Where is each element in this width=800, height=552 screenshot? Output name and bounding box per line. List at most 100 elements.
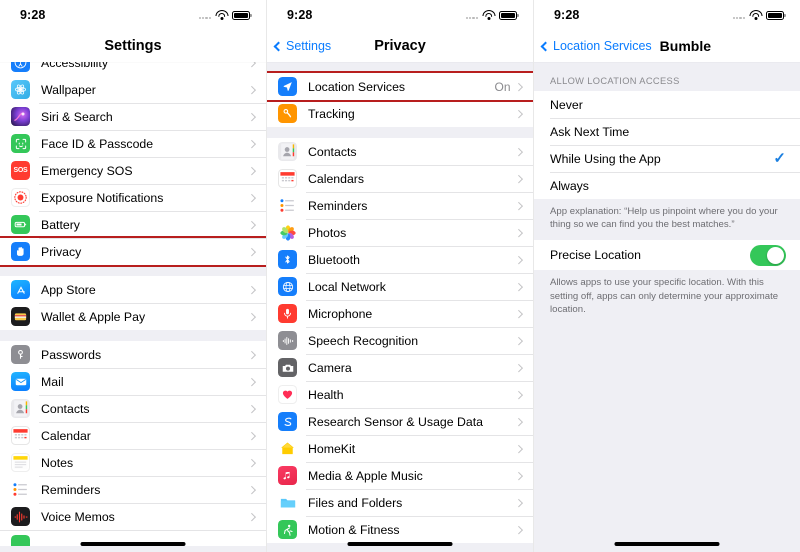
row-label: Emergency SOS (41, 163, 133, 178)
list-item-media-apple-music[interactable]: Media & Apple Music (267, 462, 533, 489)
chevron-right-icon (247, 220, 256, 229)
chevron-right-icon (247, 512, 256, 521)
wifi-icon (749, 10, 762, 20)
row-label: Photos (308, 225, 347, 240)
row-label: Passwords (41, 347, 102, 362)
sidebar-item-face-id-passcode[interactable]: Face ID & Passcode (0, 130, 266, 157)
sidebar-item-wallet-apple-pay[interactable]: Wallet & Apple Pay (0, 303, 266, 330)
sidebar-item-emergency-sos[interactable]: SOS Emergency SOS (0, 157, 266, 184)
local-network-icon (278, 277, 297, 296)
home-indicator (80, 541, 186, 546)
section-header-allow-location-access: ALLOW LOCATION ACCESS (534, 62, 800, 91)
row-label: Wallpaper (41, 82, 96, 97)
sidebar-item-exposure-notifications[interactable]: Exposure Notifications (0, 184, 266, 211)
sidebar-item-notes[interactable]: Notes (0, 449, 266, 476)
bumble-location-list[interactable]: ALLOW LOCATION ACCESS Never Ask Next Tim… (534, 62, 800, 552)
list-item-research-sensor-usage-data[interactable]: Research Sensor & Usage Data (267, 408, 533, 435)
sidebar-item-mail[interactable]: Mail (0, 368, 266, 395)
row-label: Contacts (308, 144, 357, 159)
list-item-calendars[interactable]: Calendars (267, 165, 533, 192)
chevron-right-icon (247, 377, 256, 386)
top-spacer (267, 62, 533, 73)
chevron-right-icon (514, 390, 523, 399)
list-item-files-and-folders[interactable]: Files and Folders (267, 489, 533, 516)
row-label: Exposure Notifications (41, 190, 164, 205)
sidebar-item-app-store[interactable]: App Store (0, 276, 266, 303)
tracking-icon (278, 104, 297, 123)
reminders-icon (11, 480, 30, 499)
three-panel-screenshot: 9:28 Settings Accessibility Wallpaper Si… (0, 0, 800, 552)
option-never[interactable]: Never (534, 91, 800, 118)
row-label: Notes (41, 455, 74, 470)
list-item-microphone[interactable]: Microphone (267, 300, 533, 327)
back-button-location-services[interactable]: Location Services (534, 39, 652, 53)
list-item-health[interactable]: Health (267, 381, 533, 408)
panel-settings: 9:28 Settings Accessibility Wallpaper Si… (0, 0, 267, 552)
sidebar-item-reminders[interactable]: Reminders (0, 476, 266, 503)
research-sensor-icon (278, 412, 297, 431)
chevron-right-icon (514, 363, 523, 372)
row-precise-location[interactable]: Precise Location (534, 240, 800, 271)
wifi-icon (215, 10, 228, 20)
row-label: Reminders (308, 198, 368, 213)
list-item-camera[interactable]: Camera (267, 354, 533, 381)
list-item-location-services[interactable]: Location Services On (267, 71, 533, 102)
files-folder-icon (278, 493, 297, 512)
back-button-settings[interactable]: Settings (267, 39, 331, 53)
list-item-reminders[interactable]: Reminders (267, 192, 533, 219)
option-while-using-the-app[interactable]: While Using the App ✓ (534, 145, 800, 172)
option-always[interactable]: Always (534, 172, 800, 199)
health-heart-icon (278, 385, 297, 404)
list-item-motion-fitness[interactable]: Motion & Fitness (267, 516, 533, 543)
row-label: Calendar (41, 428, 91, 443)
passwords-key-icon (11, 345, 30, 364)
chevron-right-icon (247, 350, 256, 359)
privacy-list[interactable]: Location Services On Tracking Contacts C… (267, 62, 533, 552)
sidebar-item-battery[interactable]: Battery (0, 211, 266, 238)
chevron-right-icon (247, 85, 256, 94)
list-item-contacts[interactable]: Contacts (267, 138, 533, 165)
status-clock: 9:28 (20, 8, 46, 22)
sidebar-item-wallpaper[interactable]: Wallpaper (0, 76, 266, 103)
battery-settings-icon (11, 215, 30, 234)
list-item-tracking[interactable]: Tracking (267, 100, 533, 127)
chevron-right-icon (247, 166, 256, 175)
sidebar-item-passwords[interactable]: Passwords (0, 341, 266, 368)
sidebar-item-siri-search[interactable]: Siri & Search (0, 103, 266, 130)
list-item-photos[interactable]: Photos (267, 219, 533, 246)
row-label: Siri & Search (41, 109, 113, 124)
row-label: Files and Folders (308, 495, 403, 510)
sidebar-item-voice-memos[interactable]: Voice Memos (0, 503, 266, 530)
sidebar-item-privacy[interactable]: Privacy (0, 236, 266, 267)
wifi-icon (482, 10, 495, 20)
list-item-local-network[interactable]: Local Network (267, 273, 533, 300)
chevron-right-icon (514, 255, 523, 264)
row-label: Privacy (41, 244, 82, 259)
camera-icon (278, 358, 297, 377)
nav-bar-privacy: Settings Privacy (267, 30, 533, 62)
list-item-speech-recognition[interactable]: Speech Recognition (267, 327, 533, 354)
privacy-hand-icon (11, 242, 30, 261)
precise-location-toggle[interactable] (750, 244, 786, 266)
nav-bar-settings: Settings (0, 30, 266, 62)
chevron-right-icon (247, 404, 256, 413)
list-item-homekit[interactable]: HomeKit (267, 435, 533, 462)
chevron-right-icon (247, 193, 256, 202)
chevron-right-icon (514, 147, 523, 156)
sidebar-item-calendar[interactable]: Calendar (0, 422, 266, 449)
reminders-icon (278, 196, 297, 215)
row-label: Speech Recognition (308, 333, 419, 348)
privacy-group-2: Contacts Calendars Reminders Photos Blue… (267, 138, 533, 543)
chevron-right-icon (514, 471, 523, 480)
row-label: Tracking (308, 106, 355, 121)
sidebar-item-contacts[interactable]: Contacts (0, 395, 266, 422)
row-value: On (494, 79, 511, 94)
list-item-bluetooth[interactable]: Bluetooth (267, 246, 533, 273)
chevron-right-icon (247, 458, 256, 467)
status-clock: 9:28 (554, 8, 580, 22)
status-bar-1: 9:28 (0, 0, 266, 30)
nav-bar-bumble: Location Services Bumble (534, 30, 800, 62)
settings-list[interactable]: Accessibility Wallpaper Siri & Search Fa… (0, 62, 266, 552)
row-accessibility-partial[interactable]: Accessibility (0, 62, 266, 76)
option-ask-next-time[interactable]: Ask Next Time (534, 118, 800, 145)
